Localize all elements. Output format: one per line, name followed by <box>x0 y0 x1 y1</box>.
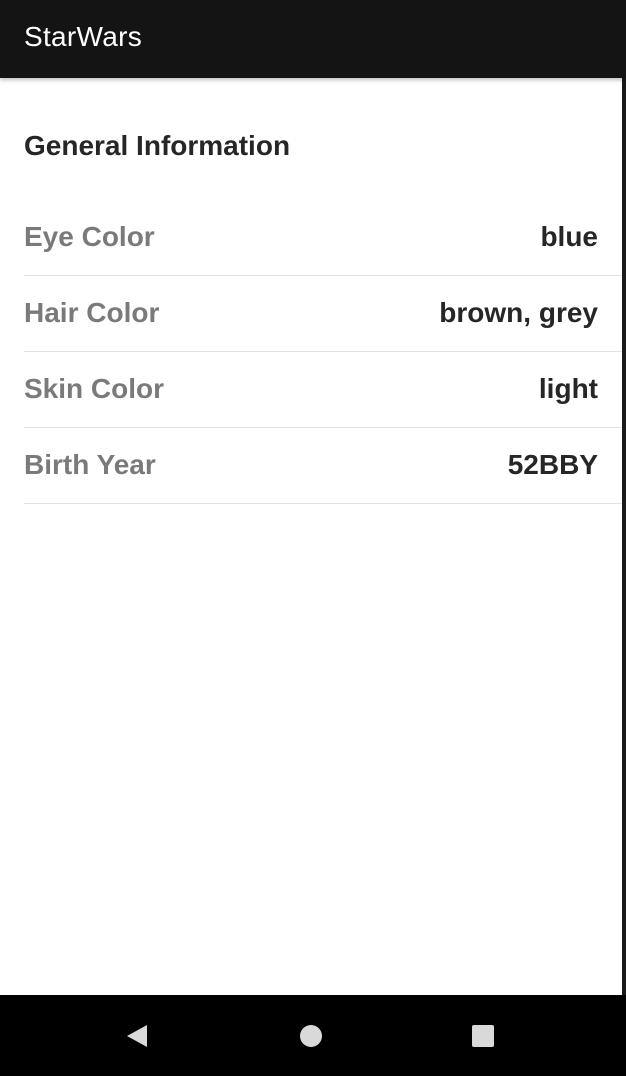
detail-row-hair-color: Hair Color brown, grey <box>24 276 622 352</box>
system-nav-bar <box>0 995 626 1076</box>
back-button[interactable] <box>113 1012 161 1060</box>
detail-label: Eye Color <box>24 221 155 252</box>
screen-edge <box>622 78 626 995</box>
detail-list: Eye Color blue Hair Color brown, grey Sk… <box>24 200 622 504</box>
detail-value: blue <box>540 221 598 252</box>
detail-row-birth-year: Birth Year 52BBY <box>24 428 622 504</box>
square-recents-icon <box>472 1025 494 1047</box>
detail-row-skin-color: Skin Color light <box>24 352 622 428</box>
detail-label: Birth Year <box>24 449 156 480</box>
circle-home-icon <box>300 1025 322 1047</box>
detail-label: Hair Color <box>24 297 160 328</box>
detail-value: 52BBY <box>507 449 598 480</box>
detail-label: Skin Color <box>24 373 165 404</box>
detail-content: General Information Eye Color blue Hair … <box>0 78 622 995</box>
detail-value: light <box>538 373 598 404</box>
triangle-back-icon <box>127 1025 147 1047</box>
section-title: General Information <box>24 130 291 161</box>
recents-button[interactable] <box>459 1012 507 1060</box>
app-bar: StarWars <box>0 0 626 78</box>
app-title: StarWars <box>24 21 143 52</box>
home-button[interactable] <box>287 1012 335 1060</box>
detail-value: brown, grey <box>439 297 598 328</box>
detail-row-eye-color: Eye Color blue <box>24 200 622 276</box>
